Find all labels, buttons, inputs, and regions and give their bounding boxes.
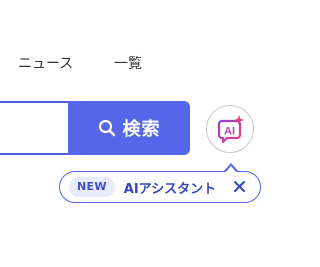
- nav-link-list[interactable]: 一覧: [114, 53, 142, 73]
- search-button[interactable]: 検索: [68, 101, 190, 155]
- ai-sparkle-icon: AI: [217, 115, 244, 144]
- search-button-label: 検索: [122, 119, 161, 139]
- ai-assistant-tooltip: NEW AIアシスタント: [59, 163, 261, 203]
- close-icon[interactable]: [233, 180, 246, 193]
- tooltip-text: AIアシスタント: [123, 181, 217, 197]
- ai-assistant-button[interactable]: AI: [206, 105, 254, 153]
- nav-link-news[interactable]: ニュース: [18, 53, 73, 73]
- search-icon: [98, 119, 116, 137]
- search-input[interactable]: [0, 101, 68, 155]
- ai-icon-text: AI: [224, 126, 235, 138]
- new-badge: NEW: [69, 177, 115, 197]
